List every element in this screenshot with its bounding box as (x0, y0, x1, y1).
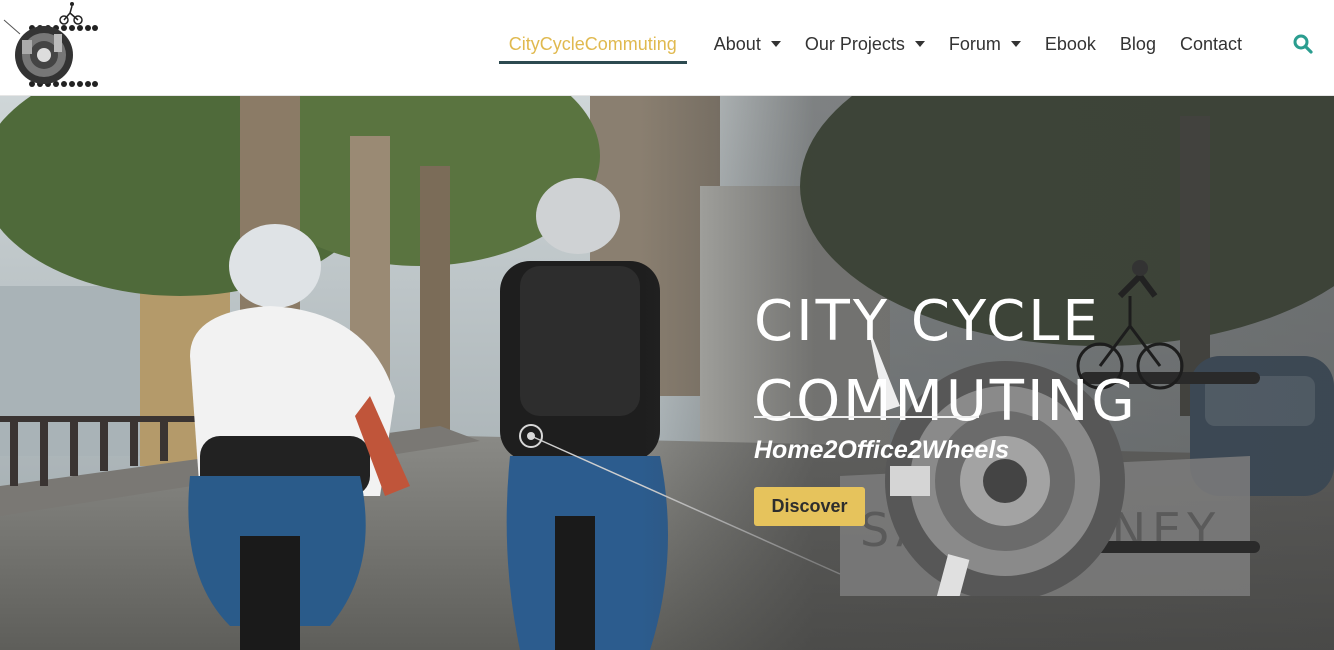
discover-button[interactable]: Discover (754, 487, 865, 526)
nav-item-label: About (713, 33, 761, 54)
search-icon[interactable] (1292, 33, 1314, 55)
nav-item-label: Contact (1179, 33, 1242, 54)
hero-title-line1: CITY CYCLE (754, 288, 1101, 354)
chevron-down-icon (914, 41, 925, 47)
hero-divider (754, 416, 979, 418)
main-nav: CityCycleCommuting About Our Projects Fo… (487, 22, 1254, 66)
nav-item-contact[interactable]: Contact (1180, 22, 1242, 66)
chevron-down-icon (1010, 41, 1021, 47)
nav-item-our-projects[interactable]: Our Projects (805, 22, 925, 66)
nav-item-forum[interactable]: Forum (949, 22, 1021, 66)
hero-section: SAVE MONEY CITY CYCLE COMMUTING Home2Off… (0, 96, 1334, 650)
nav-item-about[interactable]: About (714, 22, 781, 66)
chevron-down-icon (770, 41, 781, 47)
site-header: CityCycleCommuting About Our Projects Fo… (0, 0, 1334, 96)
hero-subtitle: Home2Office2Wheels (754, 436, 1010, 464)
nav-item-citycyclecommuting[interactable]: CityCycleCommuting (498, 22, 687, 66)
nav-item-label: Forum (948, 33, 1001, 54)
site-logo[interactable] (2, 0, 102, 92)
nav-item-label: Our Projects (804, 33, 905, 54)
nav-item-blog[interactable]: Blog (1120, 22, 1156, 66)
nav-item-label: CityCycleCommuting (508, 33, 677, 54)
nav-item-ebook[interactable]: Ebook (1045, 22, 1096, 66)
hero-title-line2: COMMUTING (754, 368, 1138, 434)
nav-item-label: Blog (1119, 33, 1156, 54)
nav-item-label: Ebook (1044, 33, 1096, 54)
